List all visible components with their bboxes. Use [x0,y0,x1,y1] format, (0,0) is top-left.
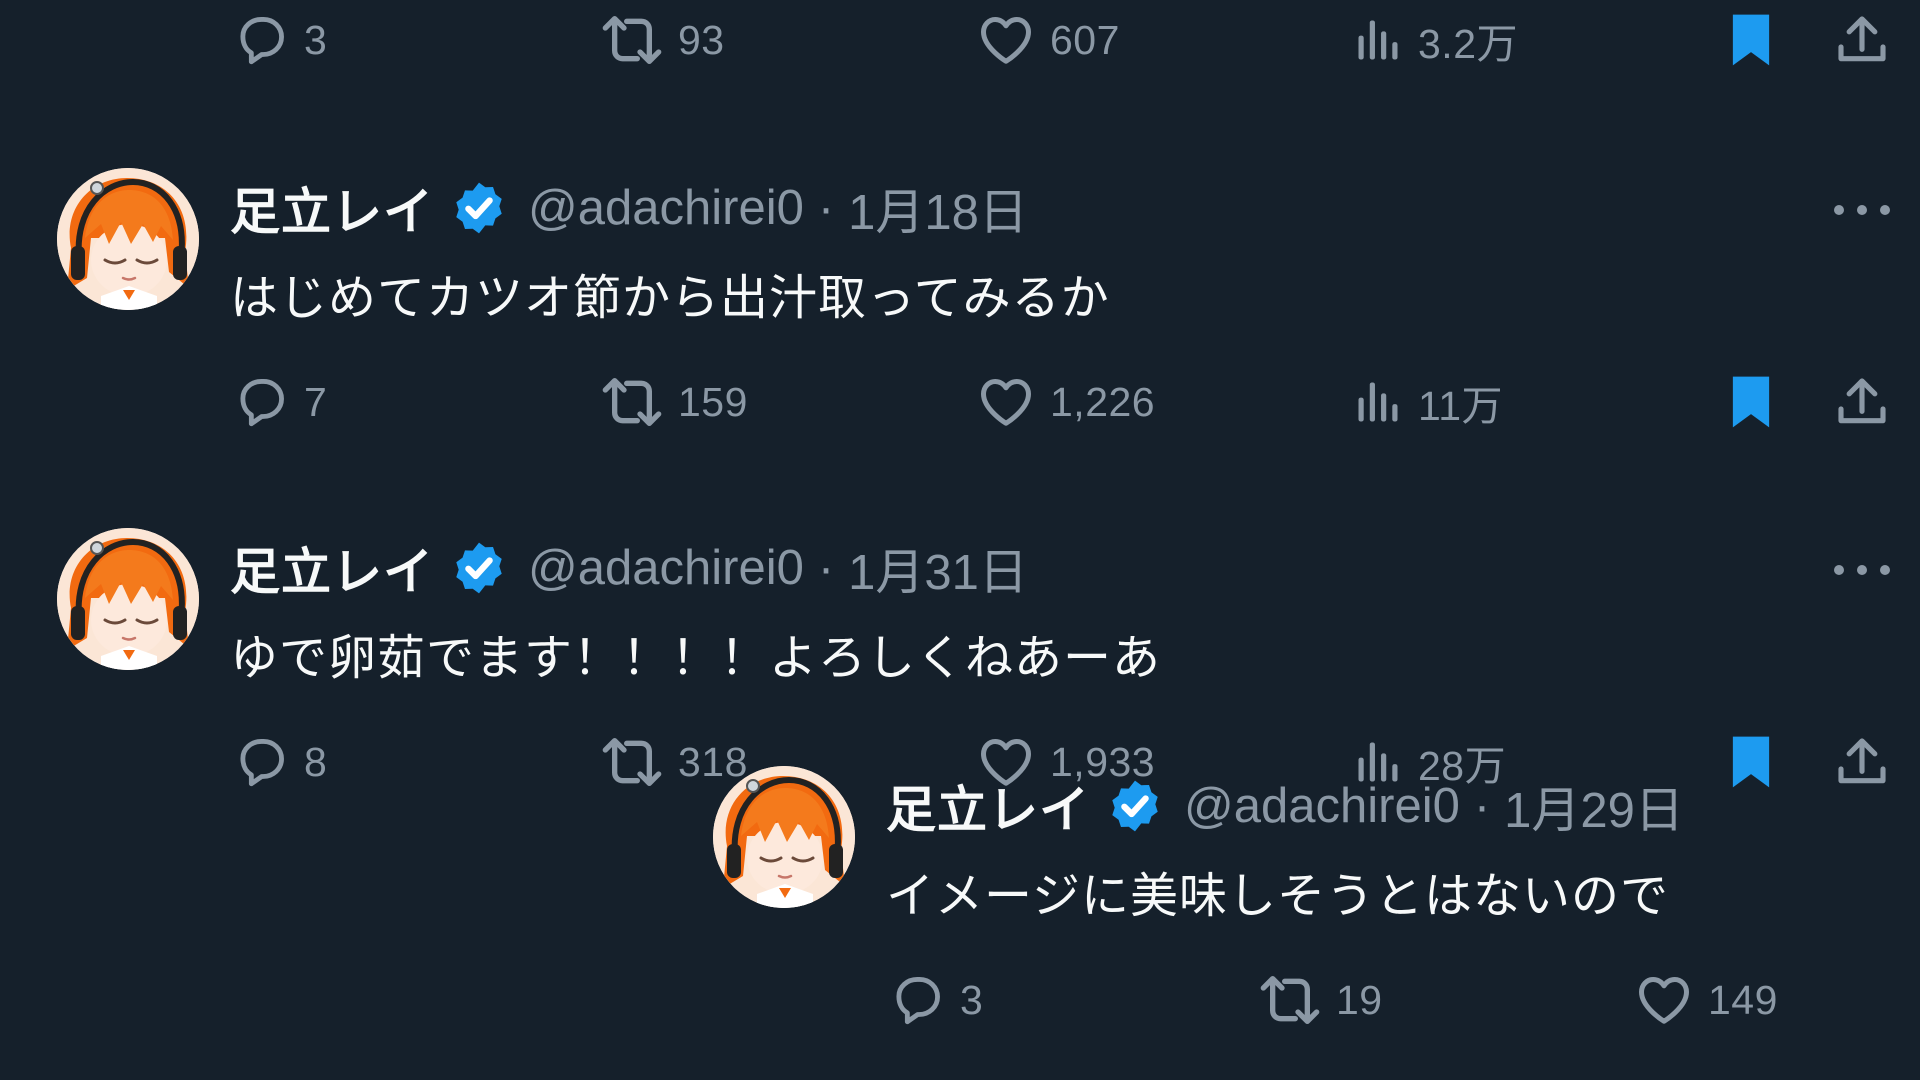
repost-icon [600,370,664,434]
more-icon[interactable] [1834,200,1890,220]
bookmark-icon [1722,10,1780,70]
share-icon [1834,12,1890,68]
display-name[interactable]: 足立レイ [886,770,1090,842]
like-button[interactable]: 1,226 [976,370,1155,434]
user-handle[interactable]: @adachirei0 [528,180,804,236]
views-count: 3.2万 [1418,21,1518,67]
repost-button[interactable]: 93 [600,8,725,72]
share-icon [1834,734,1890,790]
like-button[interactable]: 607 [976,8,1120,72]
top-tweet-actions: 3 93 607 3.2万 [0,8,1920,72]
separator: · [817,541,835,595]
share-icon [1834,374,1890,430]
repost-icon [600,8,664,72]
tweet-text: ゆで卵茹でます！！！！よろしくねあーあ [230,630,1162,686]
bookmark-button[interactable] [1722,370,1780,434]
tweet-date[interactable]: 1月29日 [1504,771,1684,842]
avatar[interactable] [713,766,855,908]
avatar[interactable] [57,528,199,670]
verified-badge-icon [450,539,508,597]
tweet-header: 足立レイ @adachirei0 · 1月18日 [230,178,1028,241]
like-count: 607 [1050,16,1120,63]
like-button[interactable]: 149 [1634,968,1778,1032]
reply-icon [232,733,290,791]
separator: · [817,181,835,235]
reply-icon [888,971,946,1029]
bookmark-icon [1722,372,1780,432]
share-button[interactable] [1834,370,1890,434]
reply-count: 8 [304,738,328,785]
timeline: 3 93 607 3.2万 足立レイ @adachirei0 · 1月18日 は… [0,0,1920,1080]
bookmark-button[interactable] [1722,8,1780,72]
user-handle[interactable]: @adachirei0 [1184,778,1460,834]
reply-button[interactable]: 7 [232,370,327,434]
tweet-text: はじめてカツオ節から出汁取ってみるか [230,270,1110,326]
tweet-header: 足立レイ @adachirei0 · 1月29日 [886,776,1684,839]
reply-count: 3 [960,976,984,1023]
verified-badge-icon [450,179,508,237]
user-handle[interactable]: @adachirei0 [528,540,804,596]
tweet-date[interactable]: 1月18日 [848,173,1028,244]
tweet-header: 足立レイ @adachirei0 · 1月31日 [230,538,1028,601]
reply-icon [232,11,290,69]
repost-count: 318 [678,738,748,785]
separator: · [1473,779,1491,833]
repost-button[interactable]: 318 [600,730,748,794]
repost-icon [600,730,664,794]
tweet-text: イメージに美味しそうとはないので [886,868,1670,924]
bookmark-icon [1722,732,1780,792]
views-button[interactable]: 11万 [1352,370,1503,434]
share-button[interactable] [1834,8,1890,72]
avatar[interactable] [57,168,199,310]
heart-icon [976,10,1036,70]
repost-button[interactable]: 159 [600,370,748,434]
heart-icon [1634,970,1694,1030]
bookmark-button[interactable] [1722,730,1780,794]
verified-badge-icon [1106,777,1164,835]
more-icon[interactable] [1834,560,1890,580]
like-count: 149 [1708,976,1778,1023]
tweet[interactable]: 足立レイ @adachirei0 · 1月18日 はじめてカツオ節から出汁取って… [0,160,1920,460]
reply-count: 3 [304,16,328,63]
tweet-actions: 7 159 1,226 11万 [0,370,1920,434]
repost-count: 159 [678,378,748,425]
views-count: 11万 [1418,383,1504,429]
reply-button[interactable]: 3 [232,8,327,72]
tweet-date[interactable]: 1月31日 [848,533,1028,604]
display-name[interactable]: 足立レイ [230,532,434,604]
reply-button[interactable]: 3 [888,968,983,1032]
reply-icon [232,373,290,431]
repost-button[interactable]: 19 [1258,968,1383,1032]
repost-count: 93 [678,16,725,63]
heart-icon [976,372,1036,432]
views-button[interactable]: 3.2万 [1352,8,1518,72]
repost-count: 19 [1336,976,1383,1023]
reply-button[interactable]: 8 [232,730,327,794]
display-name[interactable]: 足立レイ [230,172,434,244]
tweet-actions: 3 19 149 [0,968,1920,1032]
views-icon [1352,14,1404,66]
share-button[interactable] [1834,730,1890,794]
views-icon [1352,376,1404,428]
repost-icon [1258,968,1322,1032]
reply-count: 7 [304,378,328,425]
like-count: 1,226 [1050,378,1156,425]
